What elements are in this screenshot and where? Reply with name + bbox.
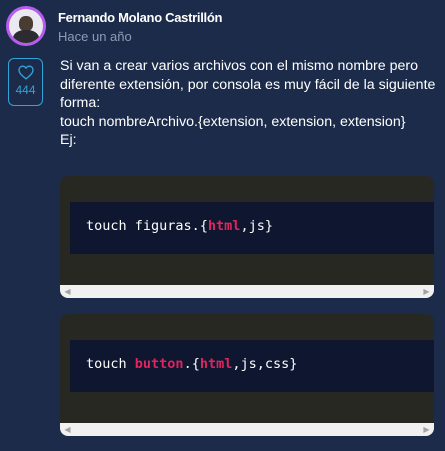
code-text: touch figuras.{: [86, 218, 208, 234]
code-content: touch figuras.{html,js}: [70, 202, 434, 254]
code-keyword: html: [207, 218, 241, 234]
code-text: ,js}: [240, 218, 273, 234]
comment-time: Hace un año: [58, 29, 132, 44]
like-count: 444: [15, 83, 36, 97]
comment-text-line: forma:: [60, 95, 101, 112]
like-button[interactable]: 444: [8, 58, 43, 106]
chevron-left-icon[interactable]: ◀: [60, 423, 75, 436]
code-block: touch figuras.{html,js} ◀ ▶: [60, 176, 434, 298]
horizontal-scrollbar[interactable]: ◀ ▶: [60, 285, 434, 298]
chevron-right-icon[interactable]: ▶: [419, 285, 434, 298]
code-content: touch button.{html,js,css}: [70, 340, 434, 392]
avatar[interactable]: [6, 6, 46, 46]
chevron-right-icon[interactable]: ▶: [419, 423, 434, 436]
comment-text-line: diferente extensión, por consola es muy …: [60, 76, 436, 93]
comment-text-line: touch nombreArchivo.{extension, extensio…: [60, 113, 406, 130]
heart-icon: [17, 65, 34, 80]
comment-text-line: Si van a crear varios archivos con el mi…: [60, 58, 418, 74]
horizontal-scrollbar[interactable]: ◀ ▶: [60, 423, 434, 436]
code-keyword: button: [134, 356, 184, 372]
code-text: touch: [86, 356, 135, 372]
comment-text: Si van a crear varios archivos con el mi…: [60, 57, 440, 150]
code-keyword: html: [199, 356, 233, 372]
comment-author[interactable]: Fernando Molano Castrillón: [58, 10, 222, 25]
avatar-body: [13, 30, 39, 43]
avatar-photo: [9, 9, 43, 43]
avatar-head: [19, 16, 33, 31]
code-text: .{: [183, 356, 200, 372]
chevron-left-icon[interactable]: ◀: [60, 285, 75, 298]
code-text: ,js,css}: [232, 356, 298, 372]
code-block: touch button.{html,js,css} ◀ ▶: [60, 314, 434, 436]
comment-text-line: Ej:: [60, 132, 77, 149]
